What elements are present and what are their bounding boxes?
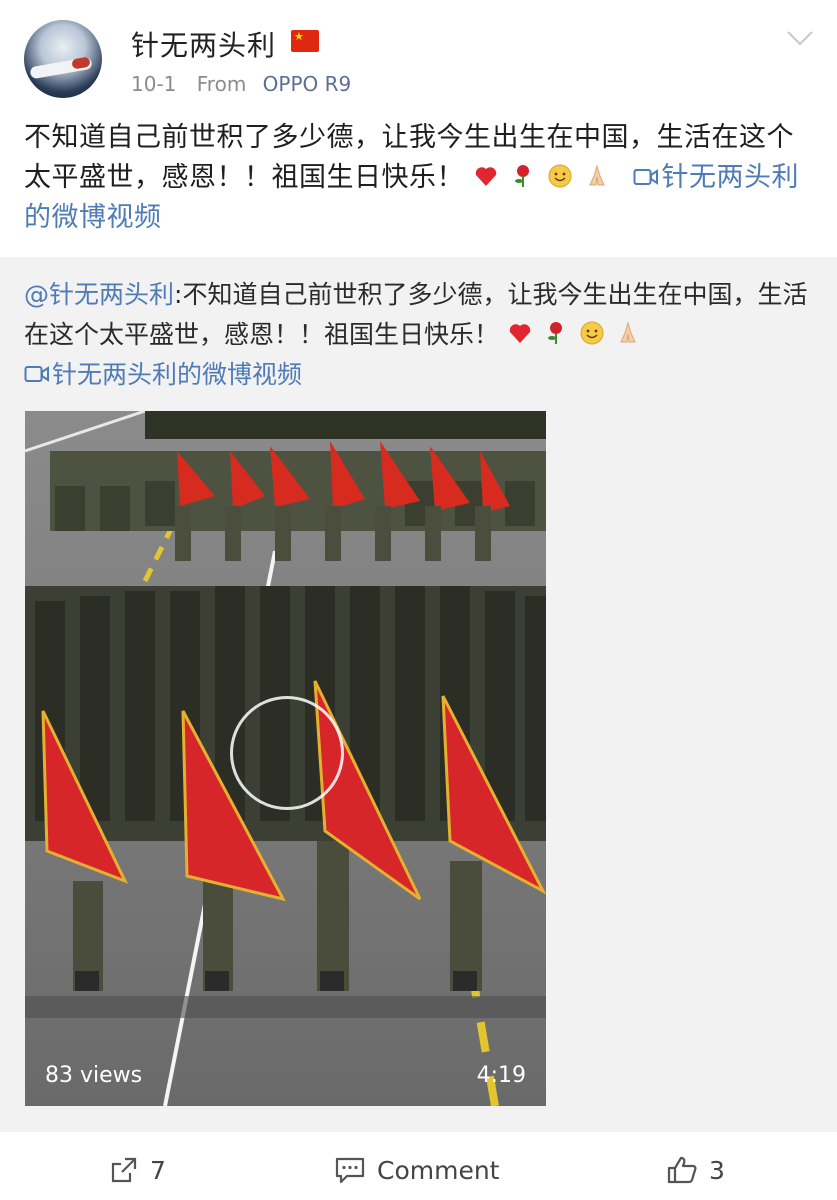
china-flag-icon: ★ xyxy=(291,30,319,52)
device-name[interactable]: OPPO R9 xyxy=(263,72,352,96)
thumbs-up-icon xyxy=(667,1156,697,1184)
share-icon xyxy=(111,1157,137,1183)
play-button[interactable] xyxy=(230,696,344,810)
post-time: 10-1 xyxy=(131,72,177,96)
from-label: From xyxy=(196,72,247,96)
heart-icon xyxy=(475,167,497,186)
repost-block[interactable]: @针无两头利:不知道自己前世积了多少德，让我今生出生在中国，生活在这个太平盛世，… xyxy=(0,257,837,1132)
video-camera-icon xyxy=(24,366,49,382)
video-camera-icon xyxy=(633,169,659,185)
repost-video-link[interactable]: 针无两头利的微博视频 xyxy=(52,360,302,389)
comment-icon xyxy=(335,1157,365,1184)
share-button[interactable]: 7 xyxy=(108,1140,166,1200)
avatar[interactable] xyxy=(24,20,102,98)
username[interactable]: 针无两头利 xyxy=(131,24,276,64)
smile-icon xyxy=(548,164,572,188)
video-views: 83 views xyxy=(45,1063,143,1088)
video-player[interactable]: 83 views 4:19 xyxy=(25,411,546,1106)
rose-icon xyxy=(547,322,562,344)
repost-mention[interactable]: @针无两头利 xyxy=(24,280,174,309)
comment-button[interactable]: Comment xyxy=(333,1140,500,1200)
chevron-down-icon[interactable] xyxy=(785,28,815,48)
repost-body: @针无两头利:不知道自己前世积了多少德，让我今生出生在中国，生活在这个太平盛世，… xyxy=(24,275,814,395)
rose-icon xyxy=(515,165,530,187)
pray-icon xyxy=(589,164,606,186)
post-header: 针无两头利 ★ 10-1 From OPPO R9 xyxy=(0,0,837,110)
pray-icon xyxy=(620,321,636,343)
video-duration: 4:19 xyxy=(476,1063,526,1088)
comment-label: Comment xyxy=(377,1155,500,1185)
like-count: 3 xyxy=(709,1155,725,1185)
smile-icon xyxy=(580,321,604,345)
post-meta: 10-1 From OPPO R9 xyxy=(131,72,351,96)
heart-icon xyxy=(509,324,531,343)
action-bar: 7 Comment 3 xyxy=(0,1140,837,1200)
post-body: 不知道自己前世积了多少德，让我今生出生在中国，生活在这个太平盛世，感恩！！祖国生… xyxy=(24,118,816,238)
share-count: 7 xyxy=(150,1155,166,1185)
like-button[interactable]: 3 xyxy=(665,1140,725,1200)
